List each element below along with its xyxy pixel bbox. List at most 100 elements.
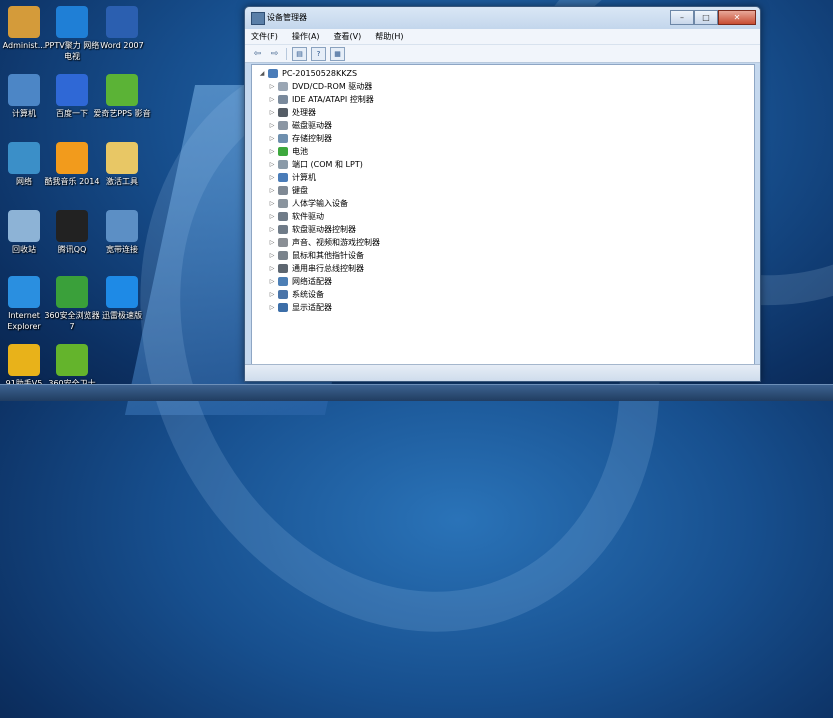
menu-view[interactable]: 查看(V) bbox=[334, 31, 362, 42]
sound-icon bbox=[278, 238, 288, 247]
ide-icon bbox=[278, 95, 288, 104]
expand-arrow-icon[interactable]: ▷ bbox=[268, 239, 276, 246]
desktop-icon[interactable]: 宽带连接 bbox=[92, 206, 152, 255]
tree-item-label: IDE ATA/ATAPI 控制器 bbox=[292, 95, 374, 104]
network-icon bbox=[8, 142, 40, 174]
baidu-icon bbox=[56, 74, 88, 106]
tree-item[interactable]: ▷ 网络适配器 bbox=[268, 275, 332, 288]
expand-arrow-icon[interactable]: ▷ bbox=[268, 135, 276, 142]
device-manager-window: 设备管理器 – □ ✕ 文件(F) 操作(A) 查看(V) 帮助(H) ⇦ ⇨ … bbox=[244, 6, 761, 382]
forward-arrow-icon[interactable]: ⇨ bbox=[268, 48, 281, 60]
floppy-controller-icon bbox=[278, 225, 288, 234]
desktop-icon-label: Word 2007 bbox=[100, 41, 144, 50]
properties-icon[interactable]: ▦ bbox=[330, 46, 345, 61]
close-button[interactable]: ✕ bbox=[718, 10, 756, 25]
tree-item[interactable]: ▷ 磁盘驱动器 bbox=[268, 119, 332, 132]
broadband-icon bbox=[106, 210, 138, 242]
desktop-icon-label: 迅雷极速版 bbox=[102, 311, 142, 320]
system-device-icon bbox=[278, 290, 288, 299]
expand-arrow-icon[interactable]: ▷ bbox=[268, 148, 276, 155]
port-icon bbox=[278, 160, 288, 169]
tree-item[interactable]: ▷ 鼠标和其他指针设备 bbox=[268, 249, 364, 262]
collapse-arrow-icon[interactable]: ◢ bbox=[258, 70, 266, 77]
expand-arrow-icon[interactable]: ▷ bbox=[268, 291, 276, 298]
menu-action[interactable]: 操作(A) bbox=[292, 31, 320, 42]
computer-icon bbox=[8, 74, 40, 106]
tree-item[interactable]: ▷ 端口 (COM 和 LPT) bbox=[268, 158, 363, 171]
tree-item[interactable]: ▷ 存储控制器 bbox=[268, 132, 332, 145]
expand-arrow-icon[interactable]: ▷ bbox=[268, 96, 276, 103]
expand-arrow-icon[interactable]: ▷ bbox=[268, 252, 276, 259]
expand-arrow-icon[interactable]: ▷ bbox=[268, 304, 276, 311]
desktop-icon-label: 爱奇艺PPS 影音 bbox=[93, 109, 151, 118]
status-bar bbox=[245, 364, 760, 381]
xunlei-icon bbox=[106, 276, 138, 308]
expand-arrow-icon[interactable]: ▷ bbox=[268, 174, 276, 181]
ie-icon bbox=[8, 276, 40, 308]
tree-item-label: 系统设备 bbox=[292, 290, 324, 299]
kuwo-icon bbox=[56, 142, 88, 174]
expand-arrow-icon[interactable]: ▷ bbox=[268, 226, 276, 233]
back-arrow-icon[interactable]: ⇦ bbox=[251, 48, 264, 60]
desktop-icon[interactable]: 360安全卫士 bbox=[42, 340, 102, 389]
tree-item[interactable]: ▷ 人体学输入设备 bbox=[268, 197, 348, 210]
expand-arrow-icon[interactable]: ▷ bbox=[268, 265, 276, 272]
desktop-icon[interactable]: 激活工具 bbox=[92, 138, 152, 187]
91-icon bbox=[8, 344, 40, 376]
expand-arrow-icon[interactable]: ▷ bbox=[268, 109, 276, 116]
expand-arrow-icon[interactable]: ▷ bbox=[268, 187, 276, 194]
display-adapter-icon bbox=[278, 303, 288, 312]
expand-arrow-icon[interactable]: ▷ bbox=[268, 278, 276, 285]
tree-item[interactable]: ▷ 软件驱动 bbox=[268, 210, 324, 223]
tree-item[interactable]: ▷ 键盘 bbox=[268, 184, 308, 197]
360-browser-icon bbox=[56, 276, 88, 308]
tree-item-label: 键盘 bbox=[292, 186, 308, 195]
keyboard-icon bbox=[278, 186, 288, 195]
word-icon bbox=[106, 6, 138, 38]
tree-item[interactable]: ▷ 计算机 bbox=[268, 171, 316, 184]
device-manager-icon bbox=[251, 12, 265, 25]
expand-arrow-icon[interactable]: ▷ bbox=[268, 161, 276, 168]
360-safe-icon bbox=[56, 344, 88, 376]
title-bar[interactable]: 设备管理器 – □ ✕ bbox=[245, 7, 760, 29]
desktop-icon[interactable]: 迅雷极速版 bbox=[92, 272, 152, 321]
tree-item-label: 处理器 bbox=[292, 108, 316, 117]
tree-item-label: 显示适配器 bbox=[292, 303, 332, 312]
expand-arrow-icon[interactable]: ▷ bbox=[268, 83, 276, 90]
expand-arrow-icon[interactable]: ▷ bbox=[268, 122, 276, 129]
tree-item[interactable]: ▷ DVD/CD-ROM 驱动器 bbox=[268, 80, 372, 93]
mouse-icon bbox=[278, 251, 288, 260]
recycle-bin-icon bbox=[8, 210, 40, 242]
window-title: 设备管理器 bbox=[267, 13, 307, 22]
expand-arrow-icon[interactable]: ▷ bbox=[268, 213, 276, 220]
tree-item[interactable]: ▷ 处理器 bbox=[268, 106, 316, 119]
tree-view-icon[interactable]: ▤ bbox=[292, 46, 307, 61]
tree-item-label: DVD/CD-ROM 驱动器 bbox=[292, 82, 373, 91]
tree-item[interactable]: ▷ 显示适配器 bbox=[268, 301, 332, 314]
tree-item[interactable]: ▷ 声音、视频和游戏控制器 bbox=[268, 236, 380, 249]
menu-help[interactable]: 帮助(H) bbox=[375, 31, 403, 42]
menu-file[interactable]: 文件(F) bbox=[251, 31, 278, 42]
desktop-icon-label: 宽带连接 bbox=[106, 245, 138, 254]
help-icon[interactable]: ? bbox=[311, 46, 326, 61]
device-tree[interactable]: ◢ PC-20150528KKZS ▷ DVD/CD-ROM 驱动器 ▷ IDE AT… bbox=[251, 64, 755, 366]
desktop-icon[interactable]: 爱奇艺PPS 影音 bbox=[92, 70, 152, 119]
desktop-icon[interactable]: Word 2007 bbox=[92, 2, 152, 51]
tree-item[interactable]: ▷ 电池 bbox=[268, 145, 308, 158]
tree-root[interactable]: ◢ PC-20150528KKZS bbox=[258, 67, 357, 80]
admin-icon bbox=[8, 6, 40, 38]
tree-item-label: 声音、视频和游戏控制器 bbox=[292, 238, 380, 247]
maximize-button[interactable]: □ bbox=[694, 10, 718, 25]
tree-item[interactable]: ▷ IDE ATA/ATAPI 控制器 bbox=[268, 93, 374, 106]
tree-item-label: 计算机 bbox=[292, 173, 316, 182]
processor-icon bbox=[278, 108, 288, 117]
expand-arrow-icon[interactable]: ▷ bbox=[268, 200, 276, 207]
pptv-icon bbox=[56, 6, 88, 38]
tree-item[interactable]: ▷ 软盘驱动器控制器 bbox=[268, 223, 356, 236]
toolbar: ⇦ ⇨ ▤ ? ▦ bbox=[245, 45, 760, 63]
tree-item-label: 鼠标和其他指针设备 bbox=[292, 251, 364, 260]
tree-item[interactable]: ▷ 系统设备 bbox=[268, 288, 324, 301]
hid-icon bbox=[278, 199, 288, 208]
minimize-button[interactable]: – bbox=[670, 10, 694, 25]
tree-item[interactable]: ▷ 通用串行总线控制器 bbox=[268, 262, 364, 275]
